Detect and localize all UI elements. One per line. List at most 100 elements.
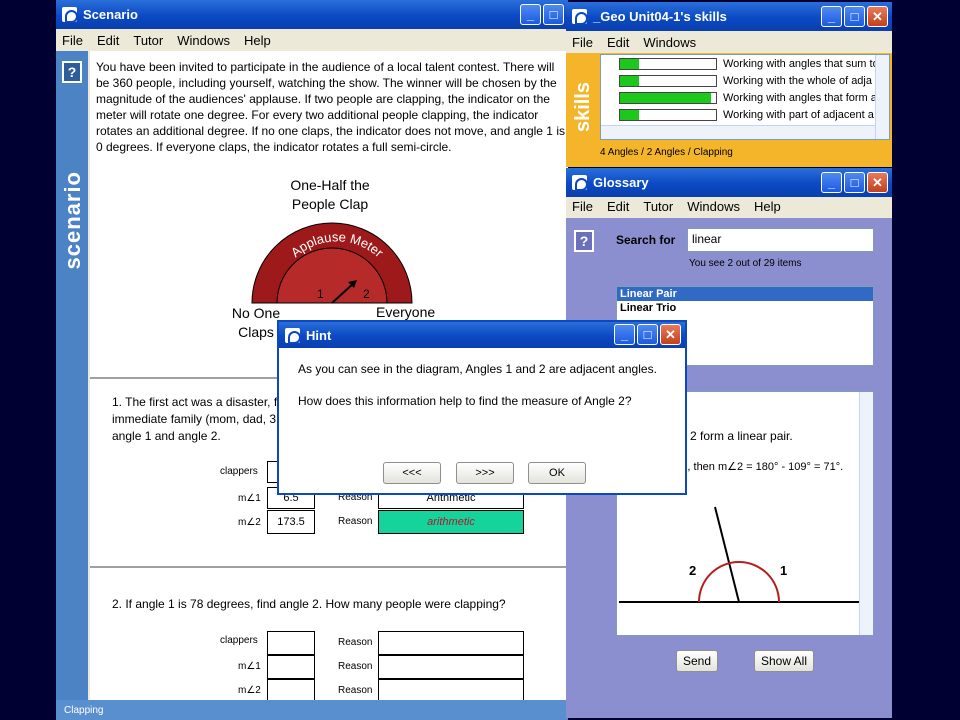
app-icon: [285, 327, 301, 344]
q2-reason3-field[interactable]: [378, 679, 524, 700]
skill-progress-bar: [619, 57, 717, 70]
menu-help[interactable]: Help: [754, 199, 781, 214]
scenario-title: Scenario: [83, 7, 138, 22]
minimize-button[interactable]: _: [821, 6, 842, 27]
maximize-button[interactable]: □: [844, 6, 865, 27]
skill-label: Working with angles that sum to: [723, 57, 879, 70]
q1-m1-label: m∠1: [238, 493, 261, 504]
maximize-button[interactable]: □: [543, 4, 564, 25]
diagram-angle-1: 1: [780, 563, 787, 578]
menu-edit[interactable]: Edit: [97, 33, 119, 48]
menu-file[interactable]: File: [62, 33, 83, 48]
skill-row[interactable]: Working with part of adjacent a: [601, 106, 889, 123]
menu-file[interactable]: File: [572, 35, 593, 50]
skills-list: Working with angles that sum to Working w…: [600, 54, 890, 140]
send-button[interactable]: Send: [676, 650, 718, 672]
scenario-side-label: scenario: [60, 171, 85, 270]
search-input[interactable]: linear: [687, 228, 874, 252]
show-all-button[interactable]: Show All: [754, 650, 814, 672]
close-button[interactable]: ✕: [867, 6, 888, 27]
result-item-linear-trio[interactable]: Linear Trio: [617, 301, 873, 315]
meter-angle-1: 1: [317, 287, 324, 301]
maximize-button[interactable]: □: [637, 324, 658, 345]
ray-line: [714, 506, 740, 603]
skills-vscroll[interactable]: [875, 55, 889, 139]
menu-file[interactable]: File: [572, 199, 593, 214]
help-icon[interactable]: ?: [62, 61, 82, 83]
hint-prev-button[interactable]: <<<: [383, 462, 441, 484]
app-icon: [572, 9, 588, 25]
skill-progress-bar: [619, 74, 717, 87]
meter-top-label: One-Half the People Clap: [290, 177, 370, 212]
menu-tutor[interactable]: Tutor: [133, 33, 163, 48]
skill-row[interactable]: Working with the whole of adja: [601, 72, 889, 89]
q2-m1-label: m∠1: [238, 661, 261, 672]
menu-help[interactable]: Help: [244, 33, 271, 48]
q2-m2-label: m∠2: [238, 685, 261, 696]
q2-reason1-field[interactable]: [378, 631, 524, 655]
skills-hscroll[interactable]: [601, 125, 875, 139]
skills-title: _Geo Unit04-1's skills: [593, 9, 727, 24]
skill-label: Working with part of adjacent a: [723, 108, 874, 121]
menu-edit[interactable]: Edit: [607, 199, 629, 214]
skill-row[interactable]: Working with angles that form a: [601, 89, 889, 106]
skills-titlebar[interactable]: _Geo Unit04-1's skills _ □ ✕: [566, 2, 892, 31]
meter-angle-2: 2: [363, 287, 370, 301]
minimize-button[interactable]: _: [520, 4, 541, 25]
help-icon[interactable]: ?: [574, 230, 594, 252]
skill-progress-fill: [620, 75, 640, 86]
close-button[interactable]: ✕: [660, 324, 681, 345]
q2-clappers-field[interactable]: [267, 631, 315, 655]
skill-progress-bar: [619, 108, 717, 121]
hint-dialog: Hint _ □ ✕ As you can see in the diagram…: [277, 320, 687, 495]
maximize-button[interactable]: □: [844, 172, 865, 193]
menu-windows[interactable]: Windows: [687, 199, 740, 214]
hint-ok-button[interactable]: OK: [528, 462, 586, 484]
menu-tutor[interactable]: Tutor: [643, 199, 673, 214]
result-item-linear-pair[interactable]: Linear Pair: [617, 287, 873, 301]
scenario-status: Clapping: [64, 704, 104, 716]
scenario-titlebar[interactable]: Scenario _ □: [56, 0, 568, 29]
q2-m1-field[interactable]: [267, 655, 315, 679]
minimize-button[interactable]: _: [614, 324, 635, 345]
hint-line-1: As you can see in the diagram, Angles 1 …: [298, 362, 657, 376]
q1-reason2-label: Reason: [338, 516, 373, 527]
hint-next-button[interactable]: >>>: [456, 462, 514, 484]
menu-windows[interactable]: Windows: [643, 35, 696, 50]
result-count: You see 2 out of 29 items: [689, 258, 802, 269]
glossary-title: Glossary: [593, 175, 649, 190]
definition-text: 2 form a linear pair.: [690, 429, 793, 443]
menu-edit[interactable]: Edit: [607, 35, 629, 50]
minimize-button[interactable]: _: [821, 172, 842, 193]
glossary-menubar: File Edit Tutor Windows Help: [566, 195, 892, 217]
skill-row[interactable]: Working with angles that sum to: [601, 55, 889, 72]
skill-label: Working with angles that form a: [723, 91, 877, 104]
q1-reason2-field[interactable]: arithmetic: [378, 510, 524, 534]
skill-progress-fill: [620, 109, 640, 120]
hint-titlebar[interactable]: Hint _ □ ✕: [279, 322, 685, 348]
hint-line-2: How does this information help to find t…: [298, 394, 632, 408]
skill-progress-bar: [619, 91, 717, 104]
scenario-menubar: File Edit Tutor Windows Help: [56, 29, 568, 51]
definition-vscroll[interactable]: [859, 392, 873, 635]
skill-progress-fill: [620, 58, 640, 69]
meter-right-label: Everyone: [376, 304, 436, 320]
skill-label: Working with the whole of adja: [723, 74, 872, 87]
angle-arc: [698, 561, 780, 603]
q2-text: 2. If angle 1 is 78 degrees, find angle …: [112, 597, 506, 611]
scenario-intro: You have been invited to participate in …: [96, 60, 565, 154]
app-icon: [572, 175, 588, 191]
q1-m2-label: m∠2: [238, 517, 261, 528]
skills-window: _Geo Unit04-1's skills _ □ ✕ File Edit W…: [566, 2, 892, 167]
q1-text: 1. The first act was a disaster, f immed…: [112, 395, 278, 443]
linear-pair-diagram: 2 1: [619, 506, 859, 603]
close-button[interactable]: ✕: [867, 172, 888, 193]
search-label: Search for: [616, 233, 676, 247]
q1-m2-field[interactable]: 173.5: [267, 510, 315, 534]
hint-title: Hint: [306, 327, 332, 343]
menu-windows[interactable]: Windows: [177, 33, 230, 48]
q2-reason2-label: Reason: [338, 661, 373, 672]
glossary-titlebar[interactable]: Glossary _ □ ✕: [566, 168, 892, 197]
q2-reason2-field[interactable]: [378, 655, 524, 679]
q2-m2-field[interactable]: [267, 679, 315, 700]
